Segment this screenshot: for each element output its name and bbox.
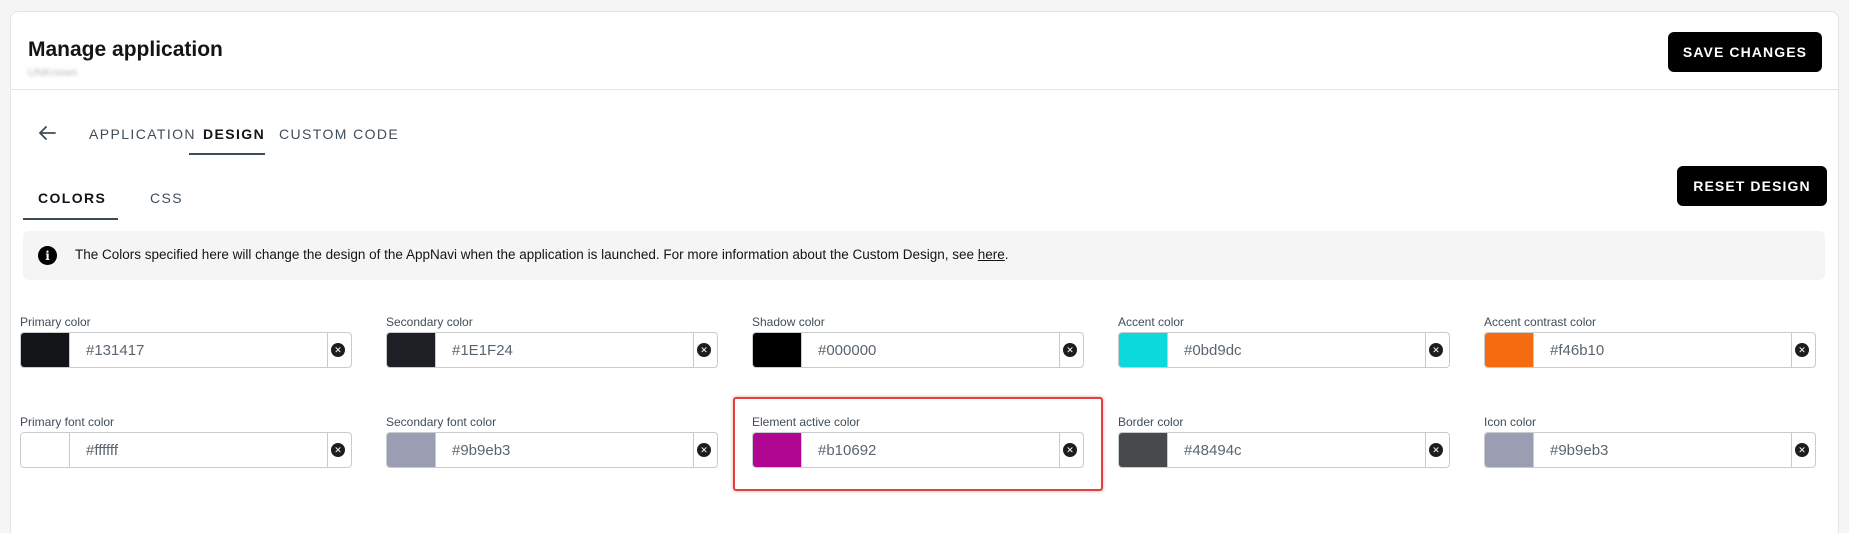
color-swatch[interactable] (753, 333, 802, 367)
clear-circle-icon[interactable]: ✕ (1429, 343, 1443, 357)
subtab-colors[interactable]: COLORS (38, 190, 106, 206)
color-input-group: ✕ (1118, 432, 1450, 468)
color-swatch[interactable] (1119, 333, 1168, 367)
tab-application[interactable]: APPLICATION (89, 126, 196, 142)
color-input-group: ✕ (386, 432, 718, 468)
color-swatch[interactable] (1485, 333, 1534, 367)
color-field-label: Icon color (1484, 415, 1537, 429)
info-suffix: . (1004, 247, 1009, 262)
info-text: The Colors specified here will change th… (75, 247, 1009, 262)
color-input-group: ✕ (752, 432, 1084, 468)
color-swatch[interactable] (1119, 433, 1168, 467)
color-hex-input[interactable] (803, 333, 1060, 367)
tab-custom-code[interactable]: CUSTOM CODE (279, 126, 399, 142)
color-input-group: ✕ (20, 432, 352, 468)
info-icon: i (38, 246, 57, 265)
clear-circle-icon[interactable]: ✕ (1063, 443, 1077, 457)
color-hex-input[interactable] (1169, 333, 1426, 367)
tab-design[interactable]: DESIGN (203, 126, 265, 142)
color-swatch[interactable] (21, 433, 70, 467)
clear-circle-icon[interactable]: ✕ (1429, 443, 1443, 457)
color-hex-input[interactable] (71, 433, 328, 467)
color-input-group: ✕ (1484, 432, 1816, 468)
color-hex-input[interactable] (803, 433, 1060, 467)
color-swatch[interactable] (387, 333, 436, 367)
color-hex-input[interactable] (437, 333, 694, 367)
subtab-css[interactable]: CSS (150, 190, 183, 206)
color-field-label: Accent contrast color (1484, 315, 1597, 329)
color-input-group: ✕ (20, 332, 352, 368)
tab-design-underline (189, 153, 265, 155)
color-swatch[interactable] (387, 433, 436, 467)
clear-circle-icon[interactable]: ✕ (1795, 443, 1809, 457)
subtab-colors-underline (23, 218, 118, 220)
clear-circle-icon[interactable]: ✕ (697, 343, 711, 357)
save-changes-button[interactable]: SAVE CHANGES (1668, 32, 1822, 72)
clear-circle-icon[interactable]: ✕ (1063, 343, 1077, 357)
clear-circle-icon[interactable]: ✕ (697, 443, 711, 457)
page-header: Manage application UNKnown SAVE CHANGES (11, 12, 1838, 90)
clear-circle-icon[interactable]: ✕ (331, 343, 345, 357)
reset-design-button[interactable]: RESET DESIGN (1677, 166, 1827, 206)
color-hex-input[interactable] (437, 433, 694, 467)
color-input-group: ✕ (1484, 332, 1816, 368)
clear-circle-icon[interactable]: ✕ (331, 443, 345, 457)
color-input-group: ✕ (386, 332, 718, 368)
color-hex-input[interactable] (1535, 333, 1792, 367)
arrow-left-icon[interactable] (37, 124, 57, 142)
color-field-label: Secondary color (386, 315, 473, 329)
page-title: Manage application (28, 38, 223, 61)
color-swatch[interactable] (1485, 433, 1534, 467)
clear-circle-icon[interactable]: ✕ (1795, 343, 1809, 357)
color-input-group: ✕ (752, 332, 1084, 368)
info-link[interactable]: here (978, 247, 1005, 262)
info-message: The Colors specified here will change th… (75, 247, 978, 262)
color-swatch[interactable] (21, 333, 70, 367)
color-field-label: Element active color (752, 415, 861, 429)
color-hex-input[interactable] (1169, 433, 1426, 467)
color-input-group: ✕ (1118, 332, 1450, 368)
color-hex-input[interactable] (1535, 433, 1792, 467)
color-field-label: Border color (1118, 415, 1184, 429)
color-swatch[interactable] (753, 433, 802, 467)
info-banner: i The Colors specified here will change … (23, 231, 1825, 280)
color-field-label: Primary font color (20, 415, 115, 429)
color-field-label: Secondary font color (386, 415, 497, 429)
color-field-label: Accent color (1118, 315, 1185, 329)
color-field-label: Primary color (20, 315, 91, 329)
manage-application-panel: Manage application UNKnown SAVE CHANGES … (10, 11, 1839, 533)
color-hex-input[interactable] (71, 333, 328, 367)
color-field-label: Shadow color (752, 315, 825, 329)
page-subtitle: UNKnown (28, 67, 78, 79)
